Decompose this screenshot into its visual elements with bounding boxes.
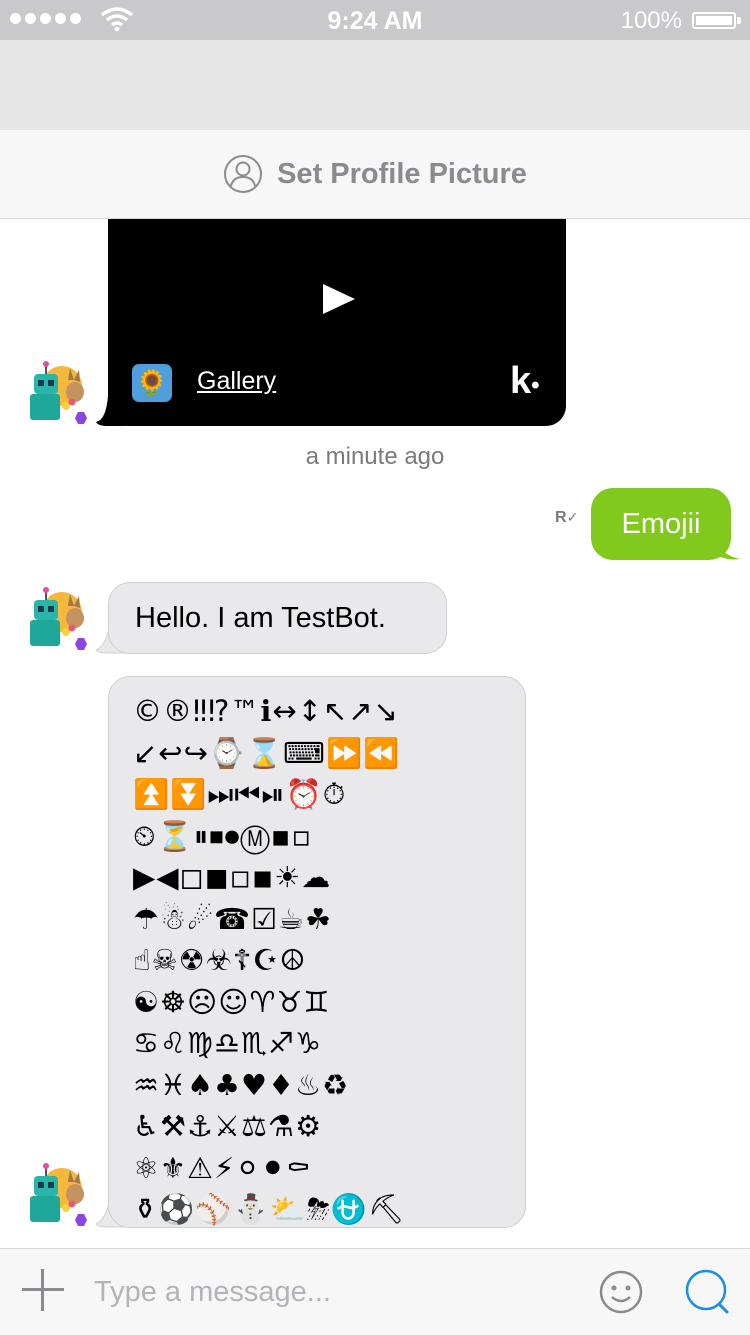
bot-avatar[interactable] xyxy=(24,586,88,650)
smiley-icon[interactable] xyxy=(598,1269,644,1315)
emoji-line: ☯☸☹☺♈♉♊ xyxy=(133,984,331,1019)
bot-avatar[interactable] xyxy=(24,1162,88,1226)
gallery-sunflower-icon: 🌻 xyxy=(132,364,172,402)
emoji-line: ⚱⚽⚾⛄⛅⛈⛎⛏ xyxy=(133,1192,406,1226)
plus-icon[interactable] xyxy=(22,1269,64,1311)
read-receipt-icon: R✓ xyxy=(555,509,579,526)
emoji-line: ⏫⏬⏭⏮⏯⏰⏱ xyxy=(133,777,347,811)
emoji-line: ☂☃☄☎☑☕☘ xyxy=(133,901,333,936)
set-profile-picture-button[interactable]: Set Profile Picture xyxy=(0,130,750,219)
search-icon[interactable] xyxy=(683,1267,731,1315)
emoji-line: ↙↩↪⌚⌛⌨⏩⏪ xyxy=(133,735,401,770)
incoming-message-bubble[interactable]: Hello. I am TestBot. xyxy=(108,582,447,654)
battery-icon xyxy=(692,12,736,29)
battery-percent: 100% xyxy=(620,7,682,34)
kik-logo: k• xyxy=(510,360,540,402)
video-card[interactable] xyxy=(108,219,566,426)
emoji-line: ♿⚒⚓⚔⚖⚗⚙ xyxy=(133,1109,322,1143)
set-profile-label: Set Profile Picture xyxy=(277,157,527,190)
bot-avatar[interactable] xyxy=(24,360,88,424)
status-bar: 9:24 AM 100% xyxy=(0,0,750,40)
battery-tip xyxy=(737,17,741,24)
message-input[interactable] xyxy=(94,1269,544,1315)
emoji-line: ☝☠☢☣☦☪☮ xyxy=(133,943,307,977)
emoji-line: ▶◀◻◼◽◾☀☁ xyxy=(133,860,332,894)
message-timestamp: a minute ago xyxy=(305,443,445,470)
outgoing-message-bubble[interactable]: Emojii xyxy=(591,488,731,560)
message-composer xyxy=(0,1248,750,1335)
emoji-line: ♒♓♠♣♥♦♨♻ xyxy=(133,1067,349,1102)
emoji-message-bubble[interactable]: ©®‼⁉™ℹ↔↕↖↗↘ ↙↩↪⌚⌛⌨⏩⏪ ⏫⏬⏭⏮⏯⏰⏱ ⏲⏳⏸⏹⏺Ⓜ▪▫ ▶◀… xyxy=(108,676,526,1228)
play-icon[interactable] xyxy=(323,284,355,314)
outgoing-message-text: Emojii xyxy=(621,507,701,540)
emoji-line: ⚛⚜⚠⚡⚪⚫⚰ xyxy=(133,1150,312,1185)
emoji-line: ♋♌♍♎♏♐♑ xyxy=(133,1026,322,1060)
gallery-link[interactable]: Gallery xyxy=(197,367,276,396)
emoji-line: ⏲⏳⏸⏹⏺Ⓜ▪▫ xyxy=(133,818,313,853)
person-circle-icon xyxy=(224,155,263,193)
emoji-line: ©®‼⁉™ℹ↔↕↖↗↘ xyxy=(133,694,399,728)
navigation-bar xyxy=(0,40,750,130)
incoming-message-text: Hello. I am TestBot. xyxy=(135,601,386,634)
